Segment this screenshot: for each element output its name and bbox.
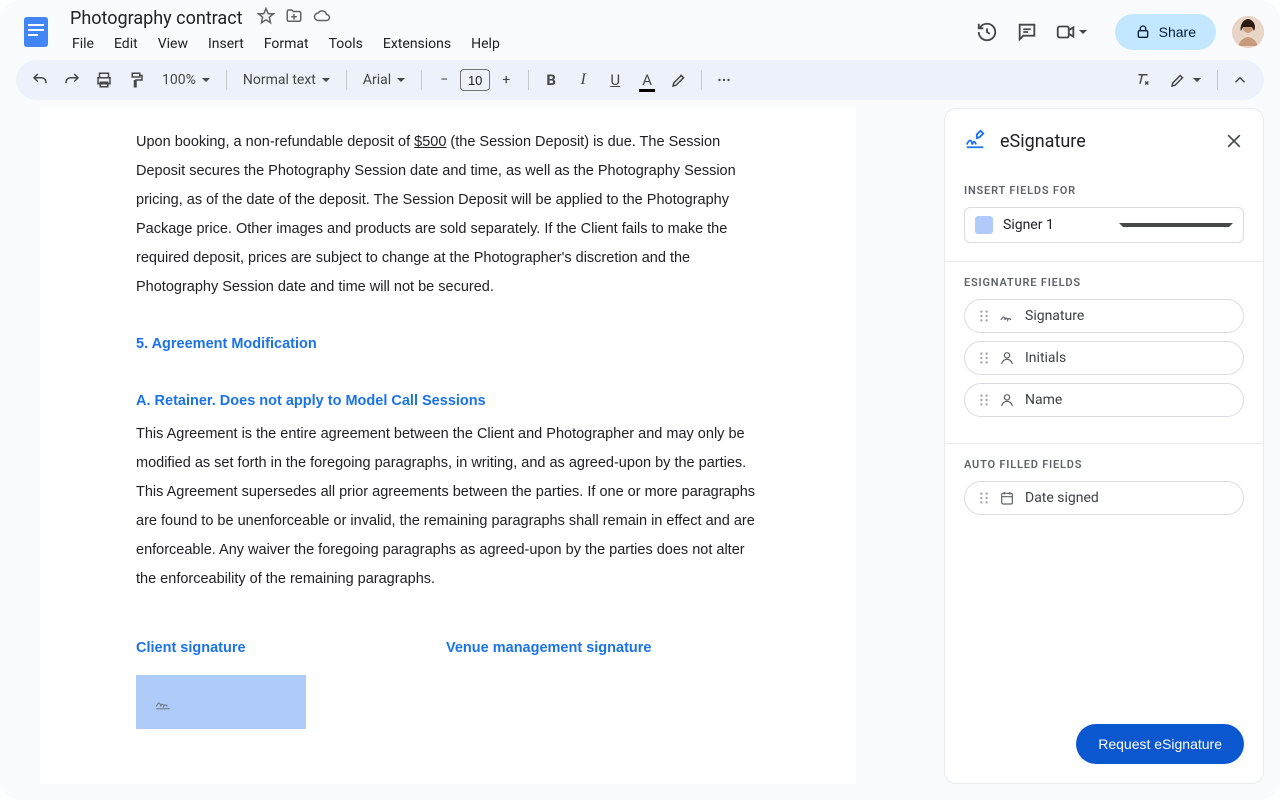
toolbar: 100% Normal text Arial − + B I U A bbox=[16, 60, 1264, 100]
zoom-select[interactable]: 100% bbox=[154, 66, 218, 94]
text-color-button[interactable]: A bbox=[633, 66, 661, 94]
venue-signature-label: Venue management signature bbox=[446, 634, 651, 663]
auto-fields-label: AUTO FILLED FIELDS bbox=[964, 458, 1244, 471]
drag-handle-icon bbox=[979, 393, 989, 407]
style-select[interactable]: Normal text bbox=[235, 66, 338, 94]
document-canvas[interactable]: Upon booking, a non-refundable deposit o… bbox=[16, 108, 928, 784]
font-size-decrease[interactable]: − bbox=[430, 66, 458, 94]
paint-format-button[interactable] bbox=[122, 66, 150, 94]
menu-tools[interactable]: Tools bbox=[321, 32, 371, 56]
menu-insert[interactable]: Insert bbox=[200, 32, 252, 56]
docs-logo[interactable] bbox=[16, 12, 56, 52]
menu-format[interactable]: Format bbox=[256, 32, 317, 56]
italic-button[interactable]: I bbox=[569, 66, 597, 94]
signature-icon bbox=[999, 308, 1015, 324]
more-button[interactable] bbox=[710, 66, 738, 94]
field-date-signed[interactable]: Date signed bbox=[964, 481, 1244, 515]
font-select[interactable]: Arial bbox=[355, 66, 413, 94]
move-icon[interactable] bbox=[285, 7, 303, 29]
menu-extensions[interactable]: Extensions bbox=[375, 32, 459, 56]
underline-button[interactable]: U bbox=[601, 66, 629, 94]
comments-icon[interactable] bbox=[1015, 20, 1039, 44]
drag-handle-icon bbox=[979, 491, 989, 505]
heading-retainer: A. Retainer. Does not apply to Model Cal… bbox=[136, 387, 760, 416]
share-label: Share bbox=[1159, 24, 1196, 40]
print-button[interactable] bbox=[90, 66, 118, 94]
highlight-button[interactable] bbox=[665, 66, 693, 94]
document-title[interactable]: Photography contract bbox=[64, 6, 249, 31]
calendar-icon bbox=[999, 490, 1015, 506]
name-icon bbox=[999, 392, 1015, 408]
share-button[interactable]: Share bbox=[1115, 14, 1216, 50]
field-initials[interactable]: Initials bbox=[964, 341, 1244, 375]
meet-icon[interactable] bbox=[1055, 20, 1099, 44]
body-paragraph-1: Upon booking, a non-refundable deposit o… bbox=[136, 128, 760, 302]
fields-label: ESIGNATURE FIELDS bbox=[964, 276, 1244, 289]
panel-title: eSignature bbox=[1000, 131, 1210, 152]
field-name[interactable]: Name bbox=[964, 383, 1244, 417]
esignature-icon bbox=[964, 128, 986, 154]
field-signature[interactable]: Signature bbox=[964, 299, 1244, 333]
redo-button[interactable] bbox=[58, 66, 86, 94]
menu-help[interactable]: Help bbox=[463, 32, 508, 56]
document-page: Upon booking, a non-refundable deposit o… bbox=[40, 108, 856, 784]
client-signature-field[interactable] bbox=[136, 675, 306, 729]
menu-view[interactable]: View bbox=[150, 32, 196, 56]
signer-color-swatch bbox=[975, 216, 993, 234]
menu-file[interactable]: File bbox=[64, 32, 102, 56]
close-panel-button[interactable] bbox=[1224, 131, 1244, 151]
drag-handle-icon bbox=[979, 351, 989, 365]
heading-section-5: 5. Agreement Modification bbox=[136, 330, 760, 359]
bold-button[interactable]: B bbox=[537, 66, 565, 94]
chevron-down-icon bbox=[1119, 223, 1233, 227]
undo-button[interactable] bbox=[26, 66, 54, 94]
star-icon[interactable] bbox=[257, 7, 275, 29]
signer-select[interactable]: Signer 1 bbox=[964, 207, 1244, 243]
editing-mode-button[interactable] bbox=[1161, 66, 1209, 94]
request-esignature-button[interactable]: Request eSignature bbox=[1076, 724, 1244, 764]
clear-formatting-button[interactable] bbox=[1129, 66, 1157, 94]
font-size-input[interactable] bbox=[460, 69, 490, 91]
deposit-amount: $500 bbox=[414, 134, 446, 150]
body-paragraph-2: This Agreement is the entire agreement b… bbox=[136, 420, 760, 594]
menu-edit[interactable]: Edit bbox=[106, 32, 146, 56]
client-signature-label: Client signature bbox=[136, 634, 306, 663]
account-avatar[interactable] bbox=[1232, 16, 1264, 48]
insert-for-label: INSERT FIELDS FOR bbox=[964, 184, 1244, 197]
esignature-panel: eSignature INSERT FIELDS FOR Signer 1 ES… bbox=[944, 108, 1264, 784]
collapse-toolbar-button[interactable] bbox=[1226, 66, 1254, 94]
initials-icon bbox=[999, 350, 1015, 366]
cloud-status-icon[interactable] bbox=[313, 7, 331, 29]
font-size-increase[interactable]: + bbox=[492, 66, 520, 94]
drag-handle-icon bbox=[979, 309, 989, 323]
signer-name: Signer 1 bbox=[1003, 217, 1109, 233]
history-icon[interactable] bbox=[975, 20, 999, 44]
